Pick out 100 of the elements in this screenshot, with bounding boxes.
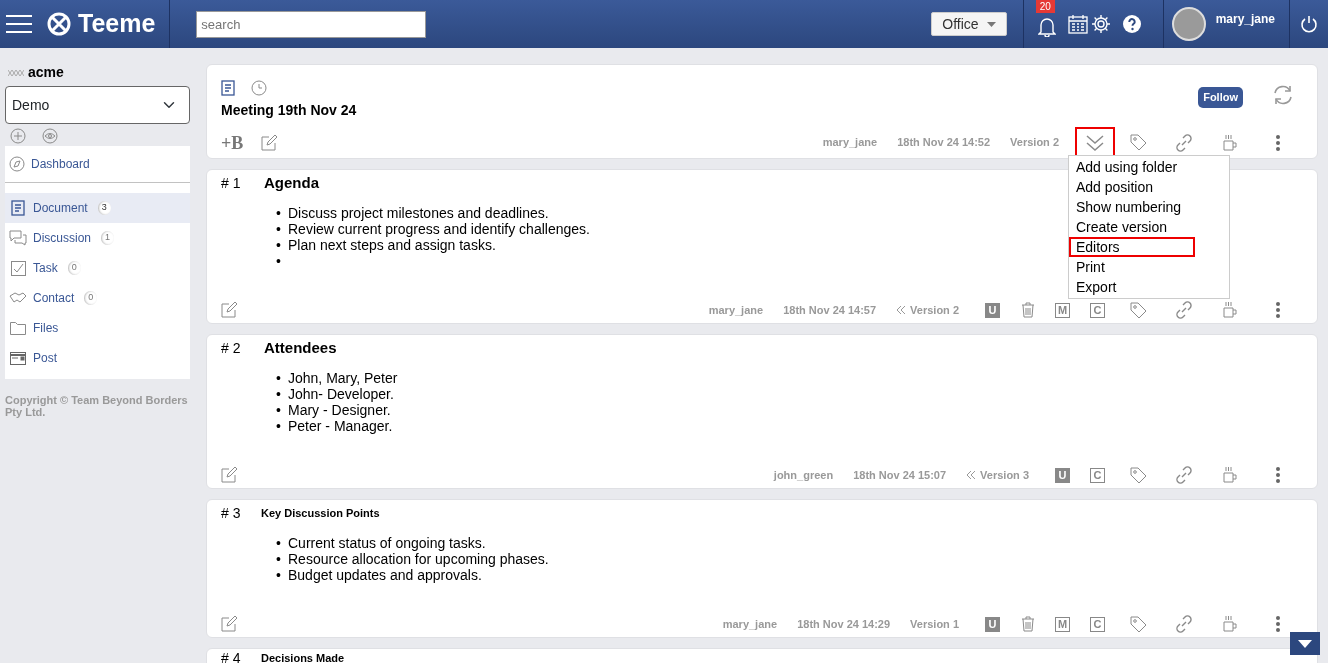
list-item: • Discuss project milestones and deadlines. [275,205,549,221]
count-badge: 3 [97,201,111,215]
more-icon[interactable] [1276,302,1280,318]
letter-icon[interactable]: U [985,616,1000,632]
author-name: mary_jane [722,616,778,632]
view-icon[interactable] [42,128,58,144]
cup-icon[interactable] [1222,301,1238,319]
empty-list-item[interactable]: • [273,253,288,269]
link-icon[interactable] [1175,466,1193,484]
list-item: • Resource allocation for upcoming phases. [275,551,549,567]
section-title: Decisions Made [261,650,345,663]
section-number: # 4 [221,648,242,663]
link-icon[interactable] [1175,133,1193,152]
copyright-text: Copyright © Team Beyond Borders Pty Ltd. [5,394,189,418]
menu-item[interactable]: Add using folder [1069,157,1229,177]
double-chevron-icon [1085,133,1105,152]
user-name[interactable]: mary_jane [1215,10,1275,28]
add-block-button[interactable]: +B [221,133,244,152]
edit-icon[interactable] [221,467,237,483]
menu-item[interactable]: Add position [1069,177,1229,197]
list-item: • Mary - Designer. [275,402,391,418]
bell-icon[interactable] [1037,17,1056,37]
edit-icon[interactable] [221,302,237,318]
calendar-icon[interactable] [1067,14,1088,34]
letter-icon[interactable]: U [985,302,1000,318]
section-title: Key Discussion Points [261,505,380,521]
discussion-icon [9,230,27,246]
follow-button[interactable]: Follow [1198,87,1243,108]
more-icon[interactable] [1276,467,1280,483]
section-number: # 3 [221,503,242,523]
section-title: Agenda [264,172,319,193]
menu-icon[interactable] [6,14,32,34]
help-icon[interactable] [1122,15,1141,33]
sidebar-item[interactable]: Document 3 [5,193,190,223]
letter-icon[interactable]: C [1090,467,1105,483]
dashboard-link[interactable]: Dashboard [31,155,90,173]
more-icon[interactable] [1276,134,1280,151]
sidebar-item[interactable]: Files [5,313,190,343]
document-title: Meeting 19th Nov 24 [220,100,358,120]
add-icon[interactable] [10,128,26,144]
compass-icon [9,156,25,172]
edit-icon[interactable] [261,134,278,151]
avatar[interactable] [1171,7,1206,41]
post-icon [10,351,26,365]
letter-icon[interactable]: C [1090,302,1105,318]
expand-button[interactable] [1077,129,1113,156]
menu-item[interactable]: Editors [1069,237,1195,257]
sidebar-item[interactable]: Discussion 1 [5,223,190,253]
letter-icon[interactable]: M [1055,616,1070,632]
sidebar-item[interactable]: Post [5,343,190,373]
power-icon[interactable] [1300,15,1318,33]
timestamp: 18th Nov 24 15:07 [853,467,947,483]
edit-icon[interactable] [221,616,237,632]
tag-icon[interactable] [1129,301,1147,319]
menu-item[interactable]: Print [1069,257,1229,277]
link-icon[interactable] [1175,615,1193,633]
letter-icon[interactable]: C [1090,616,1105,632]
delete-icon[interactable] [1020,302,1035,318]
document-icon[interactable] [221,80,235,97]
sidebar-item[interactable]: Contact 0 [5,283,190,313]
cup-icon[interactable] [1222,466,1238,484]
files-icon [10,321,26,335]
timestamp: 18th Nov 24 14:29 [797,616,891,632]
org-name: acme [28,63,64,82]
count-badge: 1 [101,231,115,245]
section-number: # 2 [221,338,242,358]
tag-icon[interactable] [1129,615,1147,633]
logo-icon [46,11,72,37]
menu-item[interactable]: Export [1069,277,1229,297]
brand-name: Teeme [78,8,156,40]
menu-item[interactable]: Show numbering [1069,197,1229,217]
tag-icon[interactable] [1129,134,1147,151]
search-field[interactable]: search [196,10,427,38]
count-badge: 0 [84,291,98,305]
tag-icon[interactable] [1129,466,1147,484]
refresh-icon[interactable] [1271,84,1295,107]
author-name: mary_jane [822,135,878,151]
scroll-down-button[interactable] [1290,632,1320,655]
task-icon [10,260,26,276]
cup-icon[interactable] [1222,615,1238,633]
cup-icon[interactable] [1222,133,1238,152]
timestamp: 18th Nov 24 14:57 [783,302,877,318]
link-icon[interactable] [1175,301,1193,319]
section-number: # 1 [221,173,242,193]
letter-icon[interactable]: M [1055,302,1070,318]
list-item: • John- Developer. [275,386,394,402]
org-icon [8,67,24,78]
settings-icon[interactable] [1090,14,1111,34]
author-name: mary_jane [708,302,764,318]
more-icon[interactable] [1276,616,1280,632]
list-item: • John, Mary, Peter [275,370,398,386]
clock-icon[interactable] [251,80,267,97]
list-item: • Review current progress and identify challenges. [275,221,590,237]
workspace-select[interactable]: Demo [5,86,190,124]
list-item: • Budget updates and approvals. [275,567,482,583]
menu-item[interactable]: Create version [1069,217,1229,237]
office-dropdown[interactable]: Office [931,12,1007,36]
letter-icon[interactable]: U [1055,467,1070,483]
delete-icon[interactable] [1020,616,1035,632]
sidebar-item[interactable]: Task 0 [5,253,190,283]
